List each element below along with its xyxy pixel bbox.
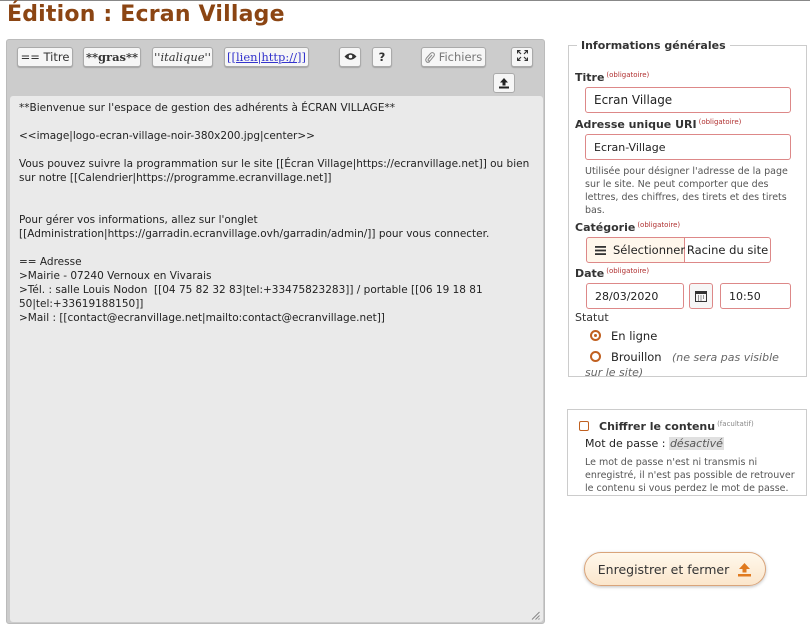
status-label: Statut	[575, 311, 609, 324]
category-select-button[interactable]: Sélectionner	[586, 237, 685, 263]
help-button[interactable]: ?	[372, 47, 392, 67]
category-label: Catégorie (obligatoire)	[575, 221, 681, 234]
resize-handle[interactable]	[531, 610, 540, 620]
password-row: Mot de passe : désactivé	[585, 437, 724, 450]
content-textarea[interactable]: **Bienvenue sur l'espace de gestion des …	[10, 96, 543, 622]
encryption-help: Le mot de passe n'est ni transmis ni enr…	[585, 457, 795, 494]
content-line: >Tél. : salle Louis Nodon [[04 75 82 32 …	[19, 284, 486, 310]
title-label: Titre (obligatoire)	[575, 71, 650, 84]
general-info-panel: Informations générales Titre (obligatoire…	[568, 39, 807, 379]
content-line: Pour gérer vos informations, allez sur l…	[19, 214, 490, 240]
content-line: Vous pouvez suivre la programmation sur …	[19, 158, 533, 184]
files-label: Fichiers	[438, 50, 483, 64]
category-select-label: Sélectionner	[613, 243, 686, 257]
top-border	[0, 0, 810, 1]
status-draft-note: (ne sera pas visible sur le site)	[585, 351, 779, 379]
category-value: Racine du site	[685, 237, 771, 263]
password-label: Mot de passe :	[585, 437, 666, 450]
encrypt-checkbox[interactable]	[579, 421, 589, 431]
date-input[interactable]: 28/03/2020	[586, 283, 684, 309]
calendar-button[interactable]	[689, 283, 713, 309]
password-value: désactivé	[668, 437, 724, 450]
upload-button[interactable]	[493, 73, 515, 93]
uri-label: Adresse unique URI (obligatoire)	[575, 118, 742, 131]
upload-icon	[737, 562, 752, 577]
general-info-legend: Informations générales	[581, 39, 726, 52]
save-close-label: Enregistrer et fermer	[597, 561, 730, 577]
italic-button[interactable]: ''italique''	[152, 47, 213, 67]
menu-icon	[595, 245, 606, 255]
content-line: >Mail : [[contact@ecranvillage.net|mailt…	[19, 312, 385, 324]
calendar-icon	[695, 287, 707, 306]
date-label: Date (obligatoire)	[575, 267, 650, 280]
wiki-editor: == Titre **gras** ''italique'' [[lien|ht…	[6, 39, 545, 624]
link-button[interactable]: [[lien|http://]]	[224, 47, 309, 67]
uri-input[interactable]: Ecran-Village	[585, 134, 791, 160]
content-line: >Mairie - 07240 Vernoux en Vivarais	[19, 270, 212, 282]
bold-button[interactable]: **gras**	[83, 47, 141, 67]
encrypt-label: Chiffrer le contenu (facultatif)	[599, 420, 754, 433]
content-line: **Bienvenue sur l'espace de gestion des …	[19, 102, 395, 114]
time-input[interactable]: 10:50	[720, 283, 791, 309]
heading-button[interactable]: == Titre	[17, 47, 73, 67]
status-online-label: En ligne	[611, 329, 658, 343]
files-button[interactable]: Fichiers	[421, 47, 486, 67]
uri-help: Utilisée pour désigner l'adresse de la p…	[585, 166, 788, 216]
save-close-button[interactable]: Enregistrer et fermer	[584, 552, 766, 586]
page-title: Édition : Ecran Village	[7, 2, 285, 27]
encryption-panel: Chiffrer le contenu (facultatif) Mot de p…	[567, 409, 807, 496]
preview-button[interactable]	[339, 47, 361, 67]
expand-icon	[516, 49, 528, 64]
title-input[interactable]: Ecran Village	[585, 87, 791, 113]
status-online-radio[interactable]	[590, 330, 601, 341]
content-line: == Adresse	[19, 256, 82, 268]
content-line: <<image|logo-ecran-village-noir-380x200.…	[19, 130, 315, 142]
paperclip-icon	[424, 51, 435, 63]
eye-icon	[344, 50, 357, 64]
upload-icon	[498, 74, 510, 93]
fullscreen-button[interactable]	[511, 47, 533, 67]
